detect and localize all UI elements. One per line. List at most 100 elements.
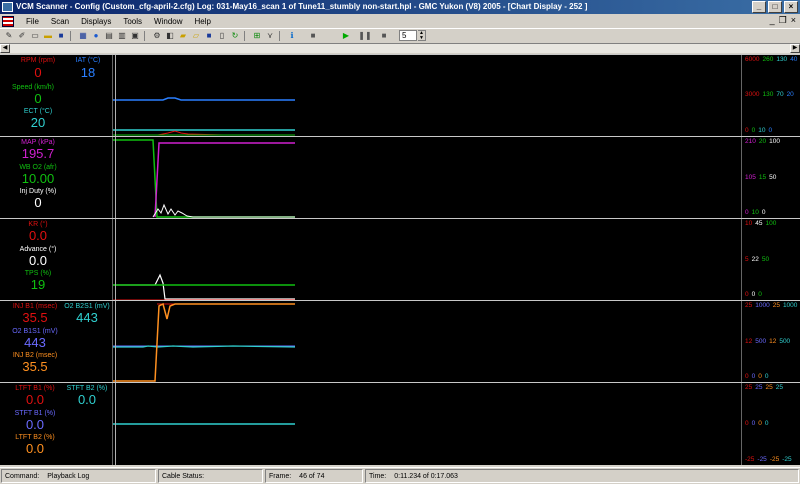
- param-value: 443: [24, 335, 46, 350]
- param-value: 35.5: [22, 310, 48, 325]
- disk-icon[interactable]: ■: [203, 30, 215, 41]
- mdi-minimize-button[interactable]: _: [770, 15, 775, 26]
- playback-cursor-line[interactable]: [115, 383, 116, 465]
- menu-tools[interactable]: Tools: [117, 17, 148, 26]
- menu-file[interactable]: File: [20, 17, 45, 26]
- scale-value: 0: [751, 291, 756, 298]
- globe-icon[interactable]: ●: [90, 30, 102, 41]
- param-label: LTFT B1 (%): [15, 385, 55, 392]
- param-label: O2 B1S1 (mV): [12, 328, 58, 335]
- playback-cursor-line[interactable]: [115, 137, 116, 218]
- play-icon[interactable]: ▶: [340, 30, 352, 41]
- folder-open-icon[interactable]: ▱: [190, 30, 202, 41]
- pen-icon[interactable]: ✐: [16, 30, 28, 41]
- status-time-label: Time:: [369, 473, 387, 480]
- plot-area[interactable]: [112, 55, 742, 136]
- table-icon[interactable]: ▤: [103, 30, 115, 41]
- graph-icon[interactable]: ◧: [164, 30, 176, 41]
- param-label: IAT (°C): [75, 57, 101, 64]
- scale-value: 0: [764, 373, 769, 380]
- pencil-icon[interactable]: ✎: [3, 30, 15, 41]
- title-bar[interactable]: VCM Scanner - Config (Custom_cfg-april-2…: [0, 0, 800, 14]
- pause-icon[interactable]: ❚❚: [358, 30, 371, 41]
- scale-value: 5: [745, 256, 749, 263]
- new-file-icon[interactable]: ▭: [29, 30, 41, 41]
- window-icon[interactable]: ▣: [129, 30, 141, 41]
- chart-panel-engine[interactable]: RPM (rpm) IAT (°C) 0 18 Speed (km/h) 0 E…: [0, 54, 800, 136]
- menu-displays[interactable]: Displays: [75, 17, 117, 26]
- playback-cursor-line[interactable]: [115, 301, 116, 382]
- param-label: TPS (%): [24, 270, 52, 277]
- horizontal-scrollbar[interactable]: ◀ ▶: [0, 43, 800, 53]
- chart-panel-injectors[interactable]: INJ B1 (msec) O2 B2S1 (mV) 35.5 443 O2 B…: [0, 300, 800, 382]
- param-label: LTFT B2 (%): [15, 434, 55, 441]
- settings-icon[interactable]: ⚙: [151, 30, 163, 41]
- menu-scan[interactable]: Scan: [45, 17, 75, 26]
- scroll-left-arrow-icon[interactable]: ◀: [0, 44, 10, 53]
- chart-display[interactable]: RPM (rpm) IAT (°C) 0 18 Speed (km/h) 0 E…: [0, 54, 800, 465]
- connect-icon[interactable]: ⊞: [251, 30, 263, 41]
- status-bar: Command: Playback Log Cable Status: Frame…: [0, 467, 800, 484]
- param-value: 0.0: [25, 392, 45, 407]
- trace-svg: [113, 139, 295, 218]
- param-value: 19: [30, 277, 46, 292]
- stop-record-icon[interactable]: ■: [307, 30, 319, 41]
- scale-value: 0: [745, 420, 749, 427]
- plot-area[interactable]: [112, 219, 742, 301]
- chart-panel-load[interactable]: MAP (kPa) 195.7 WB O2 (afr) 10.00 Inj Du…: [0, 136, 800, 218]
- mdi-restore-button[interactable]: ❐: [779, 15, 787, 26]
- scale-row-mid: 5 22 50: [745, 256, 772, 263]
- scale-value: 130: [762, 91, 774, 98]
- maximize-button[interactable]: □: [768, 1, 782, 13]
- scale-row-mid: 3000 130 70 20: [745, 91, 797, 98]
- status-frame-value: 46 of 74: [299, 473, 325, 480]
- minimize-button[interactable]: _: [752, 1, 766, 13]
- info-icon[interactable]: ℹ: [286, 30, 298, 41]
- chart-panel-fuel-trims[interactable]: LTFT B1 (%) STFT B2 (%) 0.0 0.0 STFT B1 …: [0, 382, 800, 465]
- scroll-right-arrow-icon[interactable]: ▶: [790, 44, 800, 53]
- param-label: O2 B2S1 (mV): [64, 303, 110, 310]
- scale-value: 0: [758, 373, 762, 380]
- status-frame-label: Frame:: [269, 473, 292, 480]
- stop-icon[interactable]: ■: [378, 30, 390, 41]
- menu-window[interactable]: Window: [148, 17, 188, 26]
- plot-area[interactable]: [112, 301, 742, 382]
- scale-value: 15: [758, 174, 767, 181]
- param-value: 0.0: [28, 253, 48, 268]
- document-icon[interactable]: ▯: [216, 30, 228, 41]
- folder-icon[interactable]: ▰: [177, 30, 189, 41]
- playback-cursor-line[interactable]: [115, 55, 116, 136]
- open-folder-icon[interactable]: ▬: [42, 30, 54, 41]
- chart-panel-spark[interactable]: KR (°) 0.0 Advance (°) 0.0 TPS (%) 19 10…: [0, 218, 800, 301]
- panel-scale: 25 1000 25 1000 12 500 12 500 0000: [743, 301, 800, 382]
- playback-speed-spinner[interactable]: ▲ ▼: [418, 30, 426, 41]
- scale-row-bottom: 0 10 0: [745, 209, 768, 216]
- plot-area[interactable]: [112, 383, 742, 465]
- toolbar: ✎ ✐ ▭ ▬ ■ ▦ ● ▤ ▥ ▣ ⚙ ◧ ▰ ▱ ■ ▯ ↻ ⊞ ⋎ ℹ …: [0, 28, 800, 42]
- param-value: 0.0: [25, 441, 45, 456]
- scale-row-top: 25 1000 25 1000: [745, 302, 800, 309]
- scale-row-bottom: 0000: [745, 373, 772, 380]
- menu-help[interactable]: Help: [189, 17, 217, 26]
- playback-speed-input[interactable]: 5: [399, 30, 417, 41]
- scale-value: 500: [755, 338, 767, 345]
- save-icon[interactable]: ■: [55, 30, 67, 41]
- refresh-icon[interactable]: ↻: [229, 30, 241, 41]
- param-label: Speed (km/h): [12, 84, 55, 91]
- param-value: 10.00: [21, 171, 55, 186]
- chart-icon[interactable]: ▥: [116, 30, 128, 41]
- playback-cursor-line[interactable]: [115, 219, 116, 300]
- trace-svg: [113, 302, 296, 382]
- scale-value: -25: [769, 456, 780, 463]
- panel-scale: 25 25 25 25 0000 -25 -25 -25 -25: [743, 383, 800, 465]
- close-button[interactable]: ×: [784, 1, 798, 13]
- mdi-close-button[interactable]: ×: [791, 15, 796, 26]
- param-value: 0.0: [28, 228, 48, 243]
- scale-value: 22: [751, 256, 759, 263]
- iat-trace: [113, 97, 295, 101]
- plot-area[interactable]: [112, 137, 742, 218]
- trace-svg: [113, 97, 295, 136]
- grid-icon[interactable]: ▦: [77, 30, 89, 41]
- document-icon[interactable]: [2, 15, 14, 27]
- filter-icon[interactable]: ⋎: [264, 30, 276, 41]
